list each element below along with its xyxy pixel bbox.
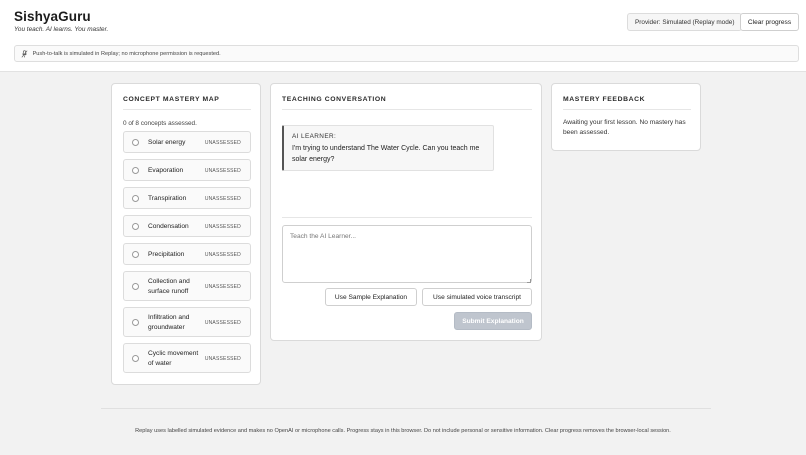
- concept-radio[interactable]: [132, 355, 139, 362]
- concept-item-solar-energy[interactable]: Solar energy UNASSESSED: [123, 131, 251, 153]
- submit-explanation-button[interactable]: Submit Explanation: [454, 312, 532, 330]
- concept-name: Condensation: [148, 223, 189, 230]
- resize-handle-icon[interactable]: [527, 279, 531, 283]
- replay-notice: Push-to-talk is simulated in Replay; no …: [14, 45, 799, 62]
- use-sample-explanation-button[interactable]: Use Sample Explanation: [325, 288, 417, 306]
- app-header: SishyaGuru You teach. AI learns. You mas…: [0, 0, 806, 72]
- microphone-off-icon: [21, 49, 28, 58]
- concept-name: Cyclic movement of water: [148, 350, 199, 367]
- concept-item-collection-runoff[interactable]: Collection and surface runoff UNASSESSED: [123, 271, 251, 301]
- concept-status-badge: UNASSESSED: [204, 252, 241, 258]
- divider: [282, 217, 532, 218]
- concept-radio[interactable]: [132, 195, 139, 202]
- concept-status-badge: UNASSESSED: [204, 140, 241, 146]
- use-voice-transcript-button[interactable]: Use simulated voice transcript: [422, 288, 532, 306]
- concept-name: Collection and surface runoff: [148, 278, 190, 295]
- replay-notice-text: Push-to-talk is simulated in Replay; no …: [32, 51, 221, 57]
- divider: [123, 109, 251, 110]
- concept-name: Transpiration: [148, 195, 187, 202]
- concept-radio[interactable]: [132, 251, 139, 258]
- feedback-text: Awaiting your first lesson. No mastery h…: [563, 119, 686, 136]
- concept-item-cyclic-movement[interactable]: Cyclic movement of water UNASSESSED: [123, 343, 251, 373]
- concept-name: Precipitation: [148, 251, 185, 258]
- divider: [563, 109, 691, 110]
- ai-learner-label: AI Learner:: [292, 133, 337, 140]
- concept-name: Solar energy: [148, 139, 186, 146]
- concept-radio[interactable]: [132, 167, 139, 174]
- concept-radio[interactable]: [132, 283, 139, 290]
- ai-learner-message: AI Learner: I'm trying to understand The…: [282, 125, 494, 171]
- concept-radio[interactable]: [132, 319, 139, 326]
- mastery-feedback-panel: Mastery Feedback Awaiting your first les…: [551, 83, 701, 151]
- assessed-count: 0 of 8 concepts assessed.: [123, 120, 197, 127]
- footer-disclaimer: Replay uses labelled simulated evidence …: [135, 428, 671, 434]
- concept-status-badge: UNASSESSED: [204, 284, 241, 290]
- concept-radio[interactable]: [132, 223, 139, 230]
- concept-mastery-panel: Concept Mastery Map 0 of 8 concepts asse…: [111, 83, 261, 385]
- concept-name: Evaporation: [148, 167, 184, 174]
- concept-item-transpiration[interactable]: Transpiration UNASSESSED: [123, 187, 251, 209]
- concept-radio[interactable]: [132, 139, 139, 146]
- concept-panel-title: Concept Mastery Map: [123, 96, 220, 103]
- concept-item-evaporation[interactable]: Evaporation UNASSESSED: [123, 159, 251, 181]
- brand-tagline: You teach. AI learns. You master.: [14, 26, 109, 33]
- teach-input[interactable]: [282, 225, 532, 283]
- concept-status-badge: UNASSESSED: [204, 196, 241, 202]
- divider: [282, 109, 532, 110]
- provider-badge: Provider: Simulated (Replay mode): [627, 13, 743, 31]
- brand-title: SishyaGuru: [14, 9, 91, 24]
- concept-item-precipitation[interactable]: Precipitation UNASSESSED: [123, 243, 251, 265]
- footer-divider: [101, 408, 711, 409]
- concept-status-badge: UNASSESSED: [204, 168, 241, 174]
- teaching-panel-title: Teaching Conversation: [282, 96, 387, 103]
- concept-name: Infiltration and groundwater: [148, 314, 190, 331]
- concept-status-badge: UNASSESSED: [204, 320, 241, 326]
- clear-progress-button[interactable]: Clear progress: [740, 13, 799, 31]
- concept-item-condensation[interactable]: Condensation UNASSESSED: [123, 215, 251, 237]
- concept-item-infiltration-groundwater[interactable]: Infiltration and groundwater UNASSESSED: [123, 307, 251, 337]
- feedback-panel-title: Mastery Feedback: [563, 96, 646, 103]
- teaching-conversation-panel: Teaching Conversation AI Learner: I'm tr…: [270, 83, 542, 341]
- concept-status-badge: UNASSESSED: [204, 224, 241, 230]
- concept-status-badge: UNASSESSED: [204, 356, 241, 362]
- ai-learner-text: I'm trying to understand The Water Cycle…: [292, 145, 480, 163]
